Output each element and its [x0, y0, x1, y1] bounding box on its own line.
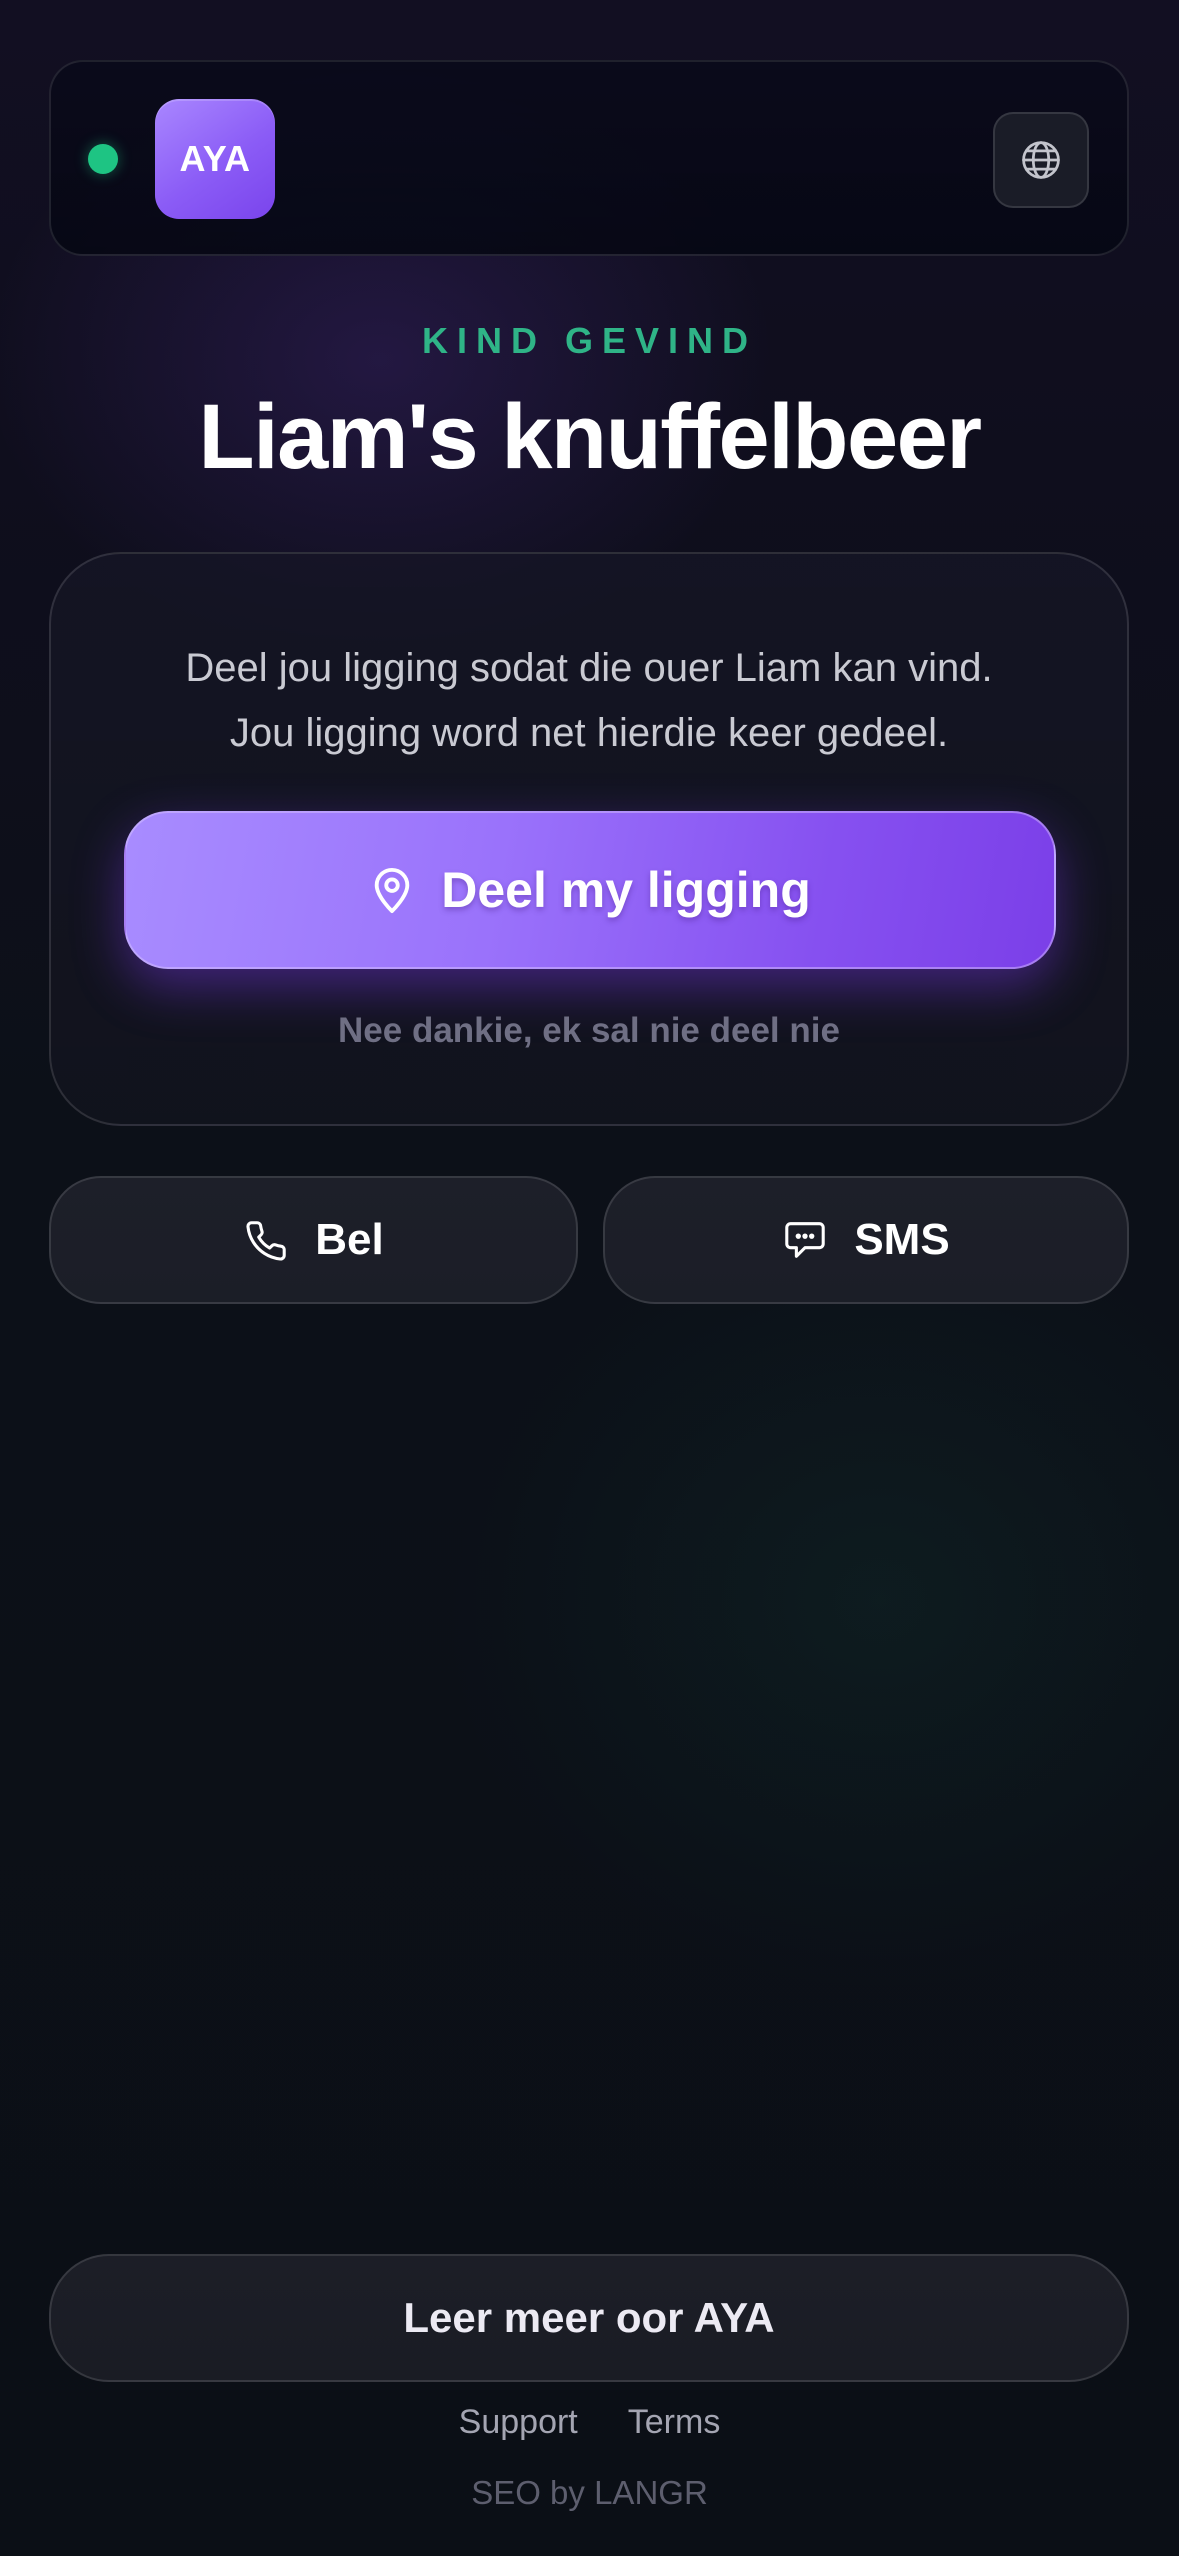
support-link[interactable]: Support: [459, 2403, 578, 2442]
message-icon: [782, 1217, 828, 1263]
phone-icon: [243, 1217, 289, 1263]
aya-logo: AYA: [155, 99, 275, 219]
status-indicator: [88, 144, 118, 174]
decline-link[interactable]: Nee dankie, ek sal nie deel nie: [51, 1011, 1127, 1051]
language-button[interactable]: [993, 112, 1089, 208]
share-location-label: Deel my ligging: [441, 862, 811, 918]
call-button[interactable]: Bel: [49, 1176, 578, 1304]
map-pin-icon: [369, 865, 415, 915]
terms-link[interactable]: Terms: [628, 2403, 721, 2442]
status-eyebrow: KIND GEVIND: [421, 320, 758, 361]
learn-more-button[interactable]: Leer meer oor AYA: [49, 2254, 1129, 2382]
card-message: Deel jou ligging sodat die ouer Liam kan…: [91, 636, 1087, 766]
footer-credit: SEO by LANGR: [471, 2474, 708, 2511]
card-message-line-2: Jou ligging word net hierdie keer gedeel…: [229, 711, 949, 755]
sms-button[interactable]: SMS: [603, 1176, 1129, 1304]
card-message-line-1: Deel jou ligging sodat die ouer Liam kan…: [185, 646, 993, 690]
page-title: Liam's knuffelbeer: [198, 386, 982, 488]
share-location-card: Deel jou ligging sodat die ouer Liam kan…: [49, 552, 1129, 1126]
learn-more-label: Leer meer oor AYA: [403, 2294, 775, 2341]
globe-icon: [1019, 138, 1063, 182]
share-location-button[interactable]: Deel my ligging: [124, 811, 1056, 969]
footer-links: Support Terms: [0, 2403, 1179, 2442]
call-label: Bel: [315, 1215, 384, 1264]
sms-label: SMS: [854, 1215, 950, 1264]
top-bar: AYA: [49, 60, 1129, 256]
